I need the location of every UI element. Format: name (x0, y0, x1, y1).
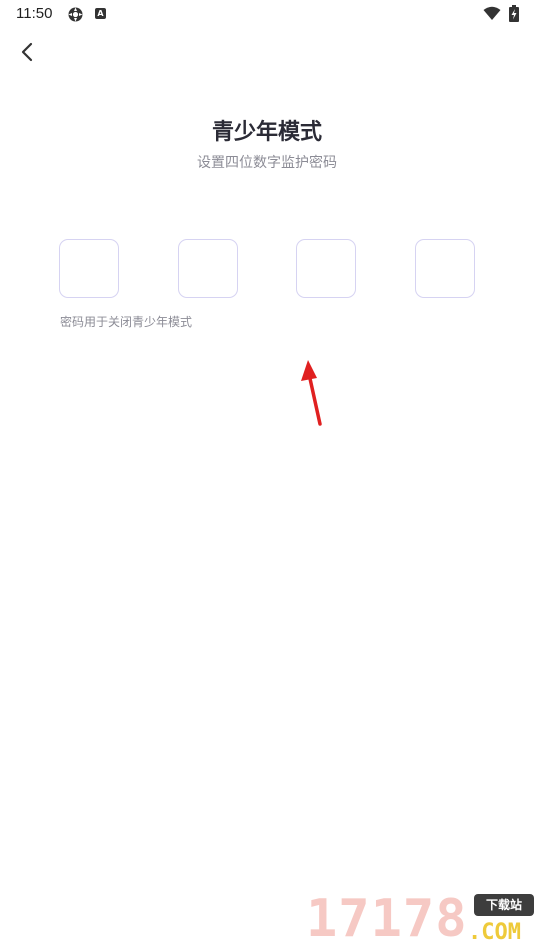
pin-digit-3[interactable] (296, 239, 356, 298)
watermark-domain: .COM (468, 920, 521, 945)
pin-digit-2[interactable] (178, 239, 238, 298)
screen: 11:50 A 青少年模式 设置四位数字监护密码 密码用于关闭青少年模式 171… (0, 0, 534, 950)
watermark-digits: 17178 (306, 889, 468, 949)
pin-input-group (59, 239, 475, 299)
pin-digit-1[interactable] (59, 239, 119, 298)
back-button[interactable] (14, 38, 42, 66)
page-title: 青少年模式 (211, 120, 322, 145)
pin-hint: 密码用于关闭青少年模式 (60, 315, 193, 329)
status-bar: 11:50 A (0, 0, 534, 28)
site-watermark: 17178 下载站 .COM (306, 888, 534, 950)
status-time: 11:50 (16, 5, 53, 22)
battery-icon (509, 5, 519, 26)
page-subtitle: 设置四位数字监护密码 (197, 155, 337, 171)
wifi-icon (483, 6, 501, 25)
annotation-arrow-icon (298, 354, 338, 438)
watermark-badge: 下载站 (474, 894, 534, 916)
gear-icon (67, 6, 84, 27)
chevron-left-icon (21, 42, 33, 62)
pin-digit-4[interactable] (415, 239, 475, 298)
a-badge-icon: A (95, 8, 106, 19)
